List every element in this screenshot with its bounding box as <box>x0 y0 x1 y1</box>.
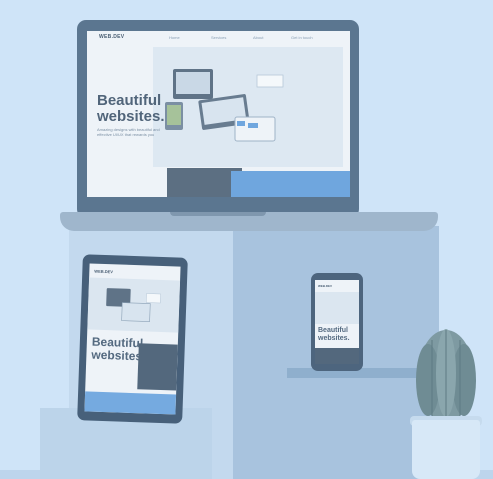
laptop-screen: WEB.DEV Home Services About Get in touch… <box>87 31 350 197</box>
tablet-blue-panel <box>84 391 177 415</box>
phone-site-logo: WEB.DEV <box>318 284 333 288</box>
phone-headline-line2: websites. <box>318 335 350 342</box>
site-logo: WEB.DEV <box>99 34 125 40</box>
laptop-trackpad-notch <box>170 212 266 216</box>
nav-link-services[interactable]: Services <box>211 35 226 40</box>
phone-info-panel <box>315 348 359 364</box>
tablet-screen: WEB.DEV Beautiful websites. <box>84 263 181 415</box>
phone-hero-image <box>315 292 359 324</box>
plant-pot <box>412 420 480 479</box>
site-navbar: WEB.DEV Home Services About Get in touch <box>87 31 350 45</box>
tablet-info-panel <box>137 343 178 391</box>
nav-link-home[interactable]: Home <box>169 35 180 40</box>
tablet-devices-illustration <box>106 288 161 322</box>
hero-headline: Beautiful websites. <box>97 93 187 125</box>
phone-screen: WEB.DEV Beautiful websites. <box>315 280 359 364</box>
nav-link-contact[interactable]: Get in touch <box>291 35 313 40</box>
phone-headline: Beautiful websites. <box>318 327 350 343</box>
hero-headline-line1: Beautiful <box>97 92 162 109</box>
nav-link-about[interactable]: About <box>253 35 263 40</box>
device-mockup-scene: WEB.DEV Home Services About Get in touch… <box>0 0 493 479</box>
phone-device: WEB.DEV Beautiful websites. <box>311 273 363 371</box>
tablet-site-logo: WEB.DEV <box>94 268 114 275</box>
hero-subtitle: Amazing designs with beautiful and effec… <box>97 127 160 137</box>
info-panel-blue <box>231 171 350 197</box>
cactus-plant <box>416 329 476 422</box>
hero-headline-line2: websites. <box>97 108 165 125</box>
phone-headline-line1: Beautiful <box>318 327 348 334</box>
tablet-device: WEB.DEV Beautiful websites. <box>77 254 188 424</box>
